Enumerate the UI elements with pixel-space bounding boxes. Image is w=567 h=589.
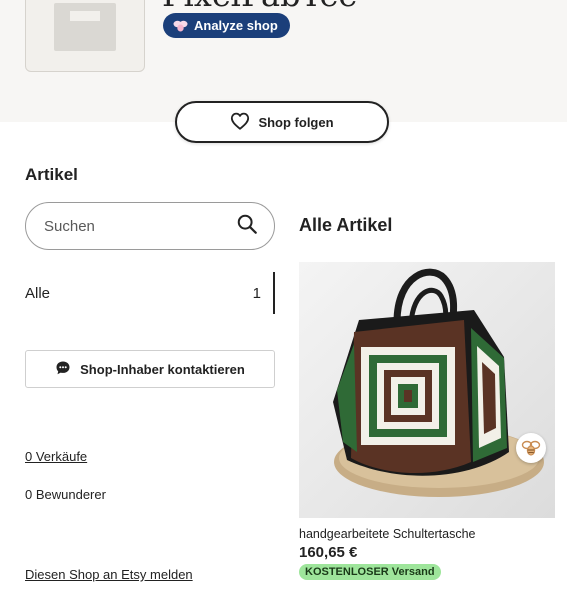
report-shop-link[interactable]: Diesen Shop an Etsy melden (25, 567, 193, 582)
product-card[interactable]: handgearbeitete Schultertasche 160,65 € … (299, 262, 555, 580)
free-shipping-badge: KOSTENLOSER Versand (299, 564, 441, 580)
sales-link[interactable]: 0 Verkäufe (25, 449, 87, 464)
contact-owner-button[interactable]: Shop-Inhaber kontaktieren (25, 350, 275, 388)
bee-icon[interactable] (516, 433, 546, 463)
chat-bubble-icon (55, 360, 71, 379)
all-items-title: Alle Artikel (299, 215, 393, 235)
product-title[interactable]: handgearbeitete Schultertasche (299, 527, 555, 541)
category-label: Alle (25, 284, 51, 302)
product-image[interactable] (299, 262, 555, 518)
shop-logo (25, 0, 145, 72)
items-section-title: Artikel (25, 165, 78, 184)
analyze-shop-label: Analyze shop (194, 18, 278, 33)
shop-search[interactable] (25, 202, 275, 250)
search-input[interactable] (44, 217, 236, 235)
category-active-indicator (273, 272, 275, 314)
category-count: 1 (252, 284, 261, 302)
product-price: 160,65 € (299, 544, 358, 561)
analyze-shop-button[interactable]: Analyze shop (163, 13, 290, 38)
search-icon[interactable] (236, 213, 258, 240)
admirers-count: 0 Bewunderer (25, 487, 106, 502)
follow-shop-button[interactable]: Shop folgen (175, 101, 389, 143)
follow-shop-label: Shop folgen (258, 114, 334, 130)
bee-icon (173, 20, 188, 32)
heart-icon (230, 112, 250, 133)
category-item-all[interactable]: Alle 1 (25, 272, 275, 314)
shop-logo-placeholder-icon (54, 3, 116, 51)
shop-name: PixelFabTee (162, 0, 357, 14)
contact-owner-label: Shop-Inhaber kontaktieren (80, 361, 245, 377)
